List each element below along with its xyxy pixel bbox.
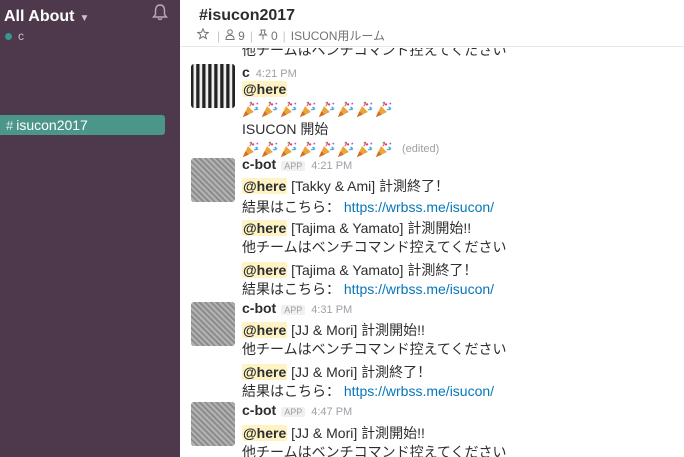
party-popper-icon — [375, 101, 392, 118]
message-line: ISUCON 開始 — [242, 121, 329, 137]
party-popper-icon — [356, 141, 373, 158]
message-header: c-bot APP 4:21 PM — [242, 156, 352, 172]
message-text: [JJ & Mori] 計測開始!! — [287, 322, 425, 338]
mention[interactable]: @here — [242, 220, 288, 236]
emoji-row — [242, 100, 394, 118]
message-line: 他チームはベンチコマンド控えてください — [242, 444, 507, 457]
avatar[interactable] — [191, 158, 235, 202]
message-text: [Takky & Ami] 計測終了！ — [287, 178, 450, 194]
sender-name[interactable]: c-bot — [242, 402, 276, 418]
presence-icon — [5, 32, 12, 40]
chevron-down-icon[interactable]: ▼ — [80, 13, 90, 24]
members-icon[interactable] — [225, 28, 235, 43]
sender-name[interactable]: c-bot — [242, 156, 276, 172]
message-line: @here [JJ & Mori] 計測終了！ — [242, 362, 431, 382]
message-line: @here [Tajima & Yamato] 計測終了！ — [242, 260, 477, 280]
mention[interactable]: @here — [242, 322, 288, 338]
message-text: [Tajima & Yamato] 計測終了！ — [287, 262, 478, 278]
sender-name[interactable]: c — [242, 64, 250, 80]
message-text: 結果はこちら： — [242, 199, 344, 215]
party-popper-icon — [242, 101, 259, 118]
edited-label: (edited) — [402, 143, 440, 155]
avatar[interactable] — [191, 302, 235, 346]
message-text: 結果はこちら： — [242, 383, 344, 399]
message-header: c-bot APP 4:31 PM — [242, 300, 352, 316]
divider: | — [282, 28, 286, 43]
message-line: 他チームはベンチコマンド控えてください — [242, 239, 507, 255]
message-text: 他チームはベンチコマンド控えてください — [242, 48, 507, 58]
member-count[interactable]: 9 — [238, 29, 245, 43]
mention[interactable]: @here — [242, 81, 288, 97]
timestamp[interactable]: 4:47 PM — [311, 406, 352, 418]
party-popper-icon — [318, 141, 335, 158]
sender-name[interactable]: c-bot — [242, 300, 276, 316]
party-popper-icon — [242, 141, 259, 158]
message-line: 結果はこちら： https://wrbss.me/isucon/ — [242, 197, 494, 217]
avatar[interactable] — [191, 402, 235, 446]
message-line: @here — [242, 79, 288, 99]
message-text: [Tajima & Yamato] 計測開始!! — [287, 220, 472, 236]
party-popper-icon — [280, 141, 297, 158]
hash-icon: # — [6, 117, 14, 133]
mention[interactable]: @here — [242, 425, 288, 441]
star-icon[interactable] — [196, 27, 210, 43]
app-badge: APP — [281, 305, 306, 315]
channel-header: #isucon2017 | 9 | 0 | ISUCON用ルーム — [180, 0, 684, 47]
app-badge: APP — [281, 407, 306, 417]
mention[interactable]: @here — [242, 262, 288, 278]
sidebar-item-label: isucon2017 — [16, 117, 88, 133]
party-popper-icon — [337, 101, 354, 118]
message-line: @here [JJ & Mori] 計測開始!! — [242, 320, 425, 340]
divider: | — [217, 28, 221, 43]
party-popper-icon — [318, 101, 335, 118]
sidebar: All About ▼ c # isucon2017 — [0, 0, 180, 457]
party-popper-icon — [261, 101, 278, 118]
app-badge: APP — [281, 161, 306, 171]
pinned-count[interactable]: 0 — [271, 29, 278, 43]
message-line: 他チームはベンチコマンド控えてください — [242, 341, 507, 357]
message-line: 結果はこちら： https://wrbss.me/isucon/ — [242, 381, 494, 401]
message-list[interactable]: 他チームはベンチコマンド控えてください c 4:21 PM @here ISUC… — [180, 48, 684, 457]
sidebar-item-isucon2017[interactable]: # isucon2017 — [0, 115, 165, 135]
message-header: c-bot APP 4:47 PM — [242, 402, 352, 418]
channel-meta: | 9 | 0 | ISUCON用ルーム — [196, 27, 385, 44]
divider: | — [249, 28, 253, 43]
message-header: c 4:21 PM — [242, 64, 297, 80]
mention[interactable]: @here — [242, 364, 288, 380]
team-menu[interactable]: All About ▼ c — [4, 6, 176, 46]
message-text: [JJ & Mori] 計測終了！ — [287, 364, 432, 380]
party-popper-icon — [337, 141, 354, 158]
channel-title[interactable]: #isucon2017 — [199, 7, 295, 25]
result-link[interactable]: https://wrbss.me/isucon/ — [344, 281, 494, 297]
avatar[interactable] — [191, 64, 235, 108]
party-popper-icon — [299, 101, 316, 118]
party-popper-icon — [299, 141, 316, 158]
result-link[interactable]: https://wrbss.me/isucon/ — [344, 199, 494, 215]
message-line: @here [Tajima & Yamato] 計測開始!! — [242, 218, 471, 238]
bell-icon[interactable] — [152, 3, 168, 21]
timestamp[interactable]: 4:21 PM — [311, 160, 352, 172]
party-popper-icon — [280, 101, 297, 118]
message-line: 結果はこちら： https://wrbss.me/isucon/ — [242, 279, 494, 299]
user-name[interactable]: c — [18, 29, 24, 43]
mention[interactable]: @here — [242, 178, 288, 194]
team-name[interactable]: All About — [4, 8, 75, 26]
party-popper-icon — [356, 101, 373, 118]
message-line: @here [JJ & Mori] 計測開始!! — [242, 423, 425, 443]
party-popper-icon — [375, 141, 392, 158]
party-popper-icon — [261, 141, 278, 158]
channel-topic[interactable]: ISUCON用ルーム — [291, 27, 385, 44]
message-text: [JJ & Mori] 計測開始!! — [287, 425, 425, 441]
pin-icon[interactable] — [258, 29, 268, 43]
timestamp[interactable]: 4:31 PM — [311, 304, 352, 316]
result-link[interactable]: https://wrbss.me/isucon/ — [344, 383, 494, 399]
message-text: 結果はこちら： — [242, 281, 344, 297]
message-line: @here [Takky & Ami] 計測終了！ — [242, 176, 449, 196]
